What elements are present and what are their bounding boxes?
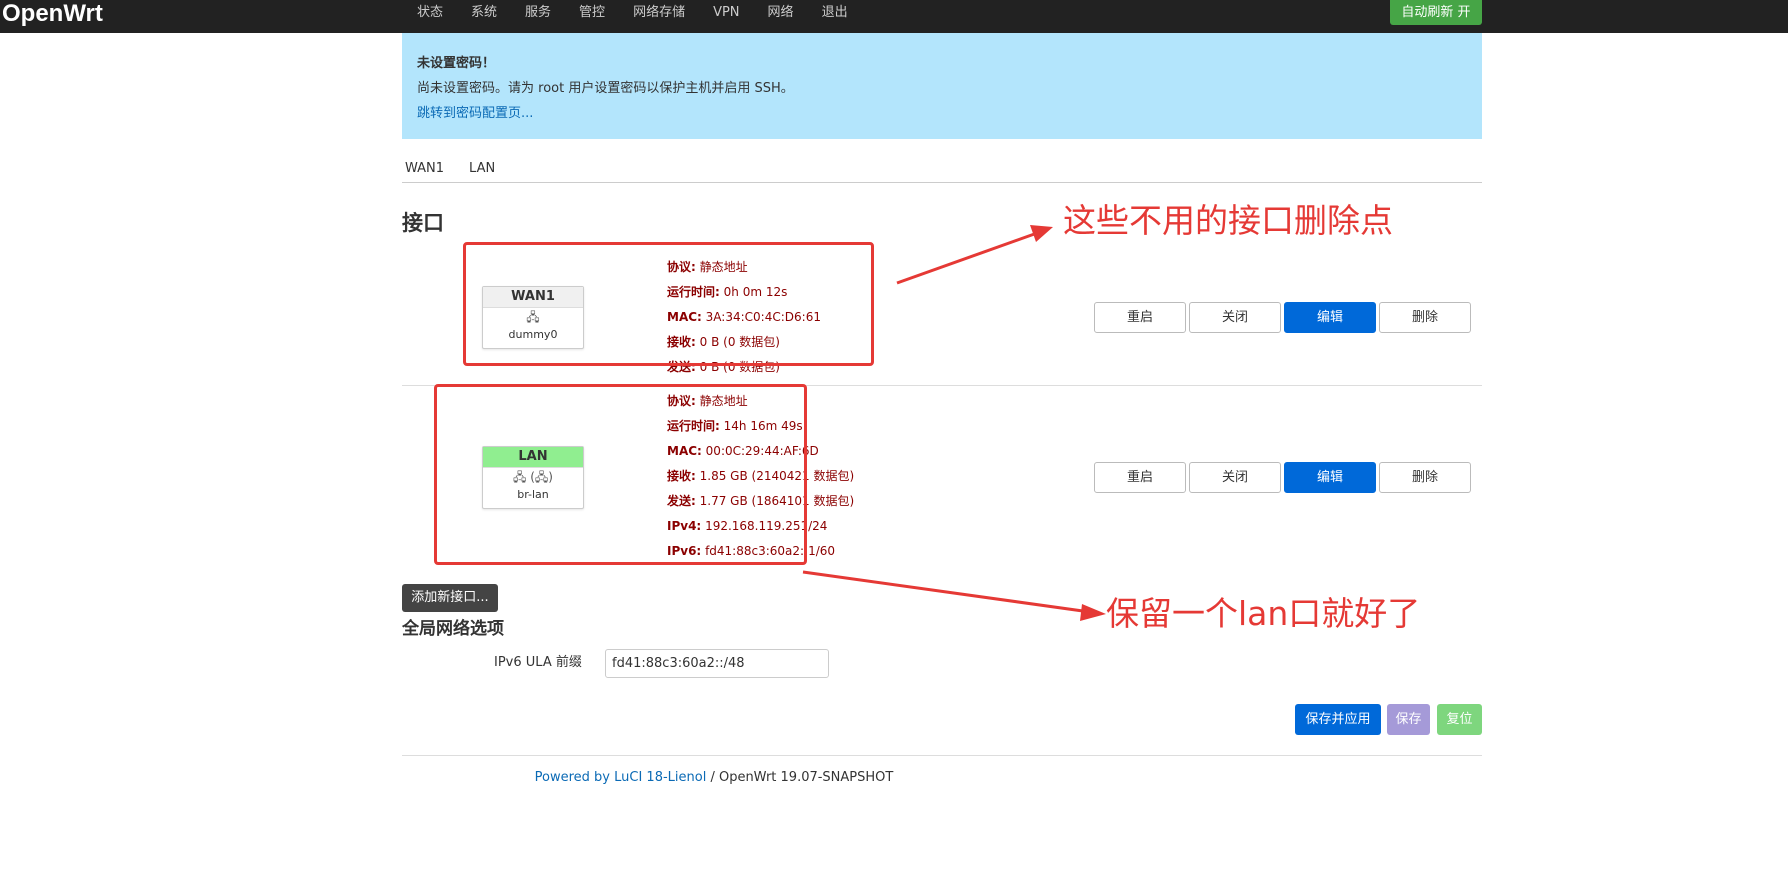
annotation-arrow-top <box>896 230 1041 285</box>
annotation-text-top: 这些不用的接口删除点 <box>1063 201 1393 240</box>
annotation-arrowhead-top <box>1030 225 1053 242</box>
annotation-arrowhead-bottom <box>1080 604 1106 621</box>
annotation-text-bottom: 保留一个lan口就好了 <box>1106 594 1421 633</box>
annotation-arrows <box>802 225 1106 621</box>
annotation-arrow-bottom <box>802 570 1091 614</box>
